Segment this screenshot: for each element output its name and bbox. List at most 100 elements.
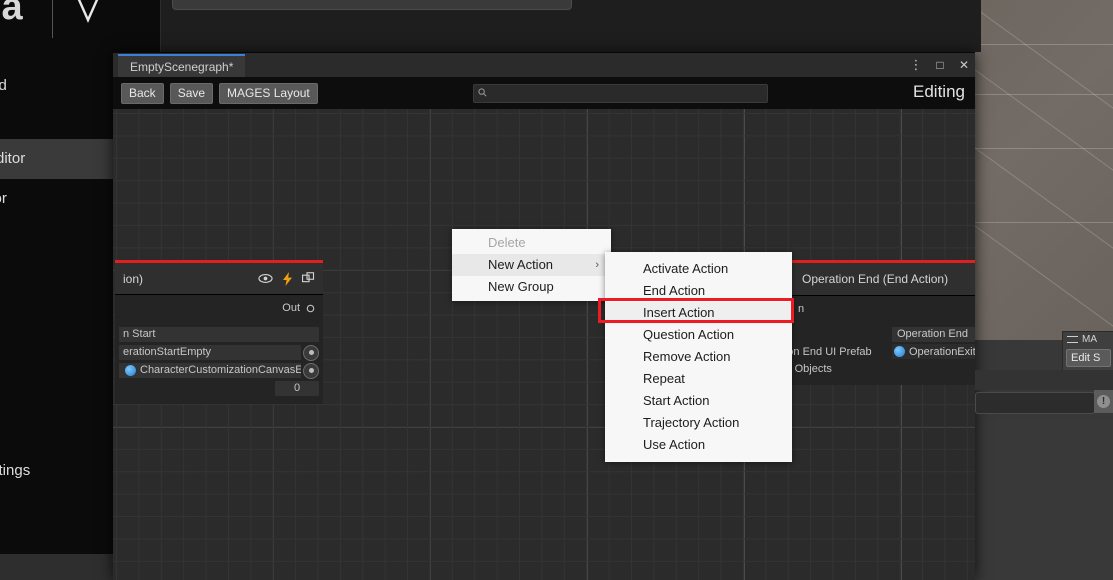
node-field-row[interactable]: CharacterCustomizationCanvasEmp xyxy=(119,362,319,379)
sidebar-item-0[interactable]: ted xyxy=(0,66,117,106)
output-port-icon[interactable] xyxy=(306,304,315,313)
exclamation-icon[interactable]: ! xyxy=(1094,390,1113,413)
mode-label: Editing xyxy=(913,82,965,101)
context-menu: Delete New Action › New Group xyxy=(452,229,611,301)
chevron-right-icon: › xyxy=(595,259,599,271)
menu-item-start-action[interactable]: Start Action xyxy=(605,390,792,412)
tab-emptyscenegraph[interactable]: EmptyScenegraph* xyxy=(118,54,246,79)
numeric-field[interactable]: 0 xyxy=(275,381,319,396)
node-output-port-row: Out xyxy=(115,295,323,321)
search-input[interactable] xyxy=(473,84,768,103)
menu-item-trajectory-action[interactable]: Trajectory Action xyxy=(605,412,792,434)
menu-item-new-group[interactable]: New Group xyxy=(452,276,611,298)
scenegraph-window: EmptyScenegraph* ⋮ □ ✕ Back Save MAGES L… xyxy=(113,53,975,580)
edit-scenegraph-button[interactable]: Edit S xyxy=(1066,349,1111,367)
sidebar-item-5[interactable]: : xyxy=(0,489,117,529)
sidebar-item-settings[interactable]: ettings xyxy=(0,451,117,491)
sidebar-item-2[interactable]: itor xyxy=(0,179,117,219)
field-value: CharacterCustomizationCanvasEmp xyxy=(140,364,301,376)
menu-item-label: Remove Action xyxy=(643,349,731,364)
search-icon xyxy=(478,88,487,97)
duplicate-icon[interactable] xyxy=(302,272,315,285)
window-controls: ⋮ □ ✕ xyxy=(909,53,971,77)
mages-panel[interactable]: MA Edit S xyxy=(1062,331,1113,371)
node-title: ion) xyxy=(123,271,144,286)
more-options-icon[interactable]: ⋮ xyxy=(909,57,923,72)
menu-item-remove-action[interactable]: Remove Action xyxy=(605,346,792,368)
prefab-icon xyxy=(894,346,905,357)
menu-item-label: Use Action xyxy=(643,437,706,452)
eye-icon[interactable] xyxy=(258,273,273,284)
editor-panel-right-lower xyxy=(975,418,1113,580)
menu-item-label: Trajectory Action xyxy=(643,415,740,430)
menu-item-activate-action[interactable]: Activate Action xyxy=(605,258,792,280)
menu-item-label: New Group xyxy=(488,279,554,294)
node-title: Operation End (End Action) xyxy=(802,272,949,286)
menu-item-new-action[interactable]: New Action › xyxy=(452,254,611,276)
menu-item-label: Repeat xyxy=(643,371,685,386)
inspector-strip xyxy=(975,370,1113,390)
back-button[interactable]: Back xyxy=(121,83,164,104)
field-value: n Start xyxy=(119,327,319,342)
object-picker-icon[interactable] xyxy=(303,344,319,361)
toolbar-buttons: Back Save MAGES Layout xyxy=(121,77,318,104)
node-field-row[interactable]: e Operation End xyxy=(768,326,975,343)
node-operation-start[interactable]: ion) Out n Start erationStartEmpty Chara… xyxy=(115,260,323,404)
node-field-row[interactable]: n Start xyxy=(119,326,319,343)
shield-icon xyxy=(77,0,99,23)
object-picker-icon[interactable] xyxy=(303,362,319,379)
menu-item-use-action[interactable]: Use Action xyxy=(605,434,792,456)
menu-item-insert-action[interactable]: Insert Action xyxy=(605,302,792,324)
hamburger-icon[interactable] xyxy=(1067,336,1078,343)
maximize-icon[interactable]: □ xyxy=(933,58,947,72)
scene-viewport[interactable] xyxy=(975,0,1113,340)
mages-layout-button[interactable]: MAGES Layout xyxy=(219,83,318,104)
close-icon[interactable]: ✕ xyxy=(957,58,971,72)
node-field-row[interactable]: 0 xyxy=(119,380,319,397)
mages-panel-header: MA xyxy=(1063,332,1113,347)
sidebar-item-label: ted xyxy=(0,77,7,94)
menu-item-label: End Action xyxy=(643,283,706,298)
inspector-input[interactable] xyxy=(975,392,1095,414)
editor-top-input[interactable] xyxy=(172,0,572,10)
menu-item-label: Activate Action xyxy=(643,261,729,276)
sidebar-item-editor[interactable]: Editor xyxy=(0,139,117,179)
save-button[interactable]: Save xyxy=(169,83,214,104)
sidebar-footer xyxy=(0,554,117,580)
node-operation-end[interactable]: Operation End (End Action) n e Operation… xyxy=(768,260,975,385)
scenegraph-canvas[interactable]: ion) Out n Start erationStartEmpty Chara… xyxy=(113,109,975,580)
sidebar-item-label: : xyxy=(0,489,117,529)
field-value-with-icon: OperationExitE xyxy=(892,344,975,359)
sidebar-item-label: itor xyxy=(0,190,7,207)
node-field-row[interactable]: erationStartEmpty xyxy=(119,344,319,361)
menu-item-label: Start Action xyxy=(643,393,710,408)
scenegraph-toolbar: Back Save MAGES Layout Editing xyxy=(113,77,975,109)
sidebar-item-label: Editor xyxy=(0,150,26,167)
menu-item-delete: Delete xyxy=(452,232,611,254)
field-value: Operation End xyxy=(892,327,975,342)
menu-item-label: Question Action xyxy=(643,327,735,342)
mages-panel-title: MA xyxy=(1082,334,1097,345)
logo-divider xyxy=(52,0,53,38)
node-subtitle-row: n xyxy=(768,296,975,322)
menu-item-question-action[interactable]: Question Action xyxy=(605,324,792,346)
tab-label: EmptyScenegraph* xyxy=(130,60,234,74)
sidebar-item-label: n xyxy=(0,412,117,452)
menu-item-end-action[interactable]: End Action xyxy=(605,280,792,302)
window-titlebar[interactable]: EmptyScenegraph* ⋮ □ ✕ xyxy=(113,53,975,79)
node-subtitle: n xyxy=(798,303,805,315)
sidebar-item-label: ettings xyxy=(0,462,31,479)
field-value: OperationExitE xyxy=(909,345,975,358)
prefab-icon xyxy=(125,365,136,376)
lightning-icon[interactable] xyxy=(282,271,293,286)
field-value-with-icon: CharacterCustomizationCanvasEmp xyxy=(119,363,301,378)
out-label: Out xyxy=(282,302,300,314)
node-field-row[interactable]: End Objects xyxy=(768,360,975,377)
sidebar-item-3[interactable]: n xyxy=(0,412,117,452)
app-sidebar: ia ted Editor itor n ettings : xyxy=(0,0,117,580)
app-logo-text: ia xyxy=(0,0,23,28)
node-field-row[interactable]: ration End UI Prefab OperationExitE xyxy=(768,343,975,360)
menu-item-repeat[interactable]: Repeat xyxy=(605,368,792,390)
node-header[interactable]: ion) xyxy=(115,263,323,295)
node-header[interactable]: Operation End (End Action) xyxy=(768,263,975,296)
